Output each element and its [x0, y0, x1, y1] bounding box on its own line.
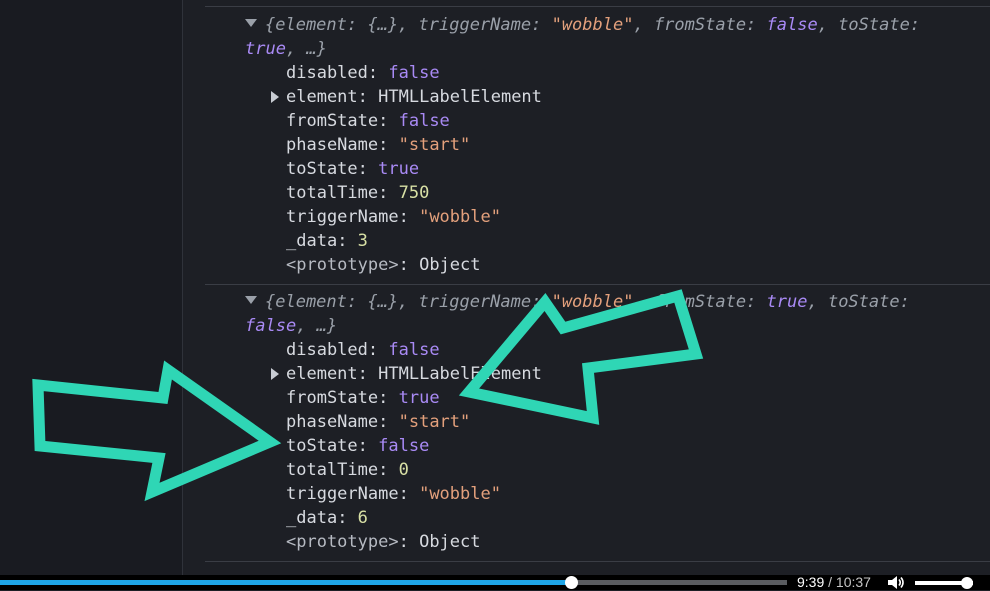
summary-text: , …} [296, 316, 338, 336]
property-key: element [286, 87, 358, 107]
property-key: totalTime [286, 183, 379, 203]
console-divider [205, 284, 990, 285]
property-key: disabled [286, 63, 368, 83]
property-key: toState [286, 436, 358, 456]
property-prototype[interactable]: <prototype>: Object [286, 253, 481, 277]
property-value: Object [419, 255, 481, 275]
property-data: _data: 3 [286, 231, 368, 251]
summary-text: "wobble" [551, 292, 634, 312]
property-value: false [388, 340, 440, 360]
property-data: _data: 6 [286, 508, 368, 528]
property-value: false [388, 63, 440, 83]
property-value: 3 [357, 231, 368, 251]
property-element[interactable]: element: HTMLLabelElement [286, 362, 542, 386]
property-value: Object [419, 532, 481, 552]
property-totaltime: totalTime: 750 [286, 183, 430, 203]
volume-slider-handle[interactable] [961, 577, 973, 589]
console-divider [205, 6, 990, 7]
property-key: <prototype> [286, 532, 399, 552]
summary-text: {element: {…}, triggerName: [265, 292, 552, 312]
summary-text: false [766, 15, 818, 35]
property-triggername: triggerName: "wobble" [286, 484, 501, 504]
property-value: "start" [398, 412, 471, 432]
property-key: <prototype> [286, 255, 399, 275]
collapsed-caret-icon[interactable] [271, 368, 279, 380]
console-divider [205, 561, 990, 562]
property-key: toState [286, 159, 358, 179]
property-phasename: phaseName: "start" [286, 412, 471, 432]
summary-text: , fromState: [633, 15, 767, 35]
property-tostate: toState: false [286, 436, 430, 456]
object-summary-continued: true, …} [245, 37, 985, 61]
property-value: true [398, 388, 440, 408]
property-triggername: triggerName: "wobble" [286, 207, 501, 227]
time-separator: / [824, 574, 836, 590]
summary-text: , fromState: [633, 292, 767, 312]
property-element[interactable]: element: HTMLLabelElement [286, 85, 542, 109]
video-player-controls: 9:39 / 10:37 ⋮ [0, 574, 990, 591]
property-value: false [378, 436, 430, 456]
property-value: HTMLLabelElement [378, 87, 542, 107]
seek-bar-progress [0, 580, 572, 585]
object-summary-continued: false, …} [245, 314, 985, 338]
volume-icon[interactable] [887, 575, 905, 590]
more-options-icon[interactable]: ⋮ [984, 574, 990, 591]
property-key: fromState [286, 111, 379, 131]
seek-bar-handle[interactable] [565, 576, 578, 589]
summary-text: , …} [285, 39, 327, 59]
expanded-caret-icon[interactable] [245, 19, 257, 27]
property-value: true [378, 159, 420, 179]
devtools-sidebar [0, 0, 183, 575]
property-value: 6 [357, 508, 368, 528]
property-key: phaseName [286, 412, 379, 432]
summary-text: true [766, 292, 808, 312]
property-value: false [398, 111, 450, 131]
property-value: 750 [398, 183, 430, 203]
property-fromstate: fromState: true [286, 388, 440, 408]
property-value: HTMLLabelElement [378, 364, 542, 384]
property-key: fromState [286, 388, 379, 408]
property-disabled: disabled: false [286, 63, 440, 83]
property-totaltime: totalTime: 0 [286, 460, 409, 480]
property-key: triggerName [286, 207, 399, 227]
property-key: element [286, 364, 358, 384]
object-summary[interactable]: {element: {…}, triggerName: "wobble", fr… [245, 290, 985, 314]
property-key: phaseName [286, 135, 379, 155]
summary-text: {element: {…}, triggerName: [265, 15, 552, 35]
property-key: totalTime [286, 460, 379, 480]
property-disabled: disabled: false [286, 340, 440, 360]
current-time: 9:39 [797, 574, 825, 590]
property-key: disabled [286, 340, 368, 360]
property-phasename: phaseName: "start" [286, 135, 471, 155]
summary-text: false [245, 316, 297, 336]
property-value: "wobble" [419, 207, 501, 227]
summary-text: , toState: [807, 292, 910, 312]
property-value: 0 [398, 460, 409, 480]
playback-time: 9:39 / 10:37 [797, 575, 871, 590]
property-key: triggerName [286, 484, 399, 504]
property-key: _data [286, 231, 338, 251]
summary-text: true [245, 39, 286, 59]
summary-text: "wobble" [551, 15, 634, 35]
collapsed-caret-icon[interactable] [271, 91, 279, 103]
object-summary[interactable]: {element: {…}, triggerName: "wobble", fr… [245, 13, 985, 37]
property-prototype[interactable]: <prototype>: Object [286, 530, 481, 554]
property-key: _data [286, 508, 338, 528]
expanded-caret-icon[interactable] [245, 296, 257, 304]
total-time: 10:37 [835, 574, 871, 590]
summary-text: , toState: [817, 15, 921, 35]
property-tostate: toState: true [286, 159, 420, 179]
property-value: "wobble" [419, 484, 501, 504]
property-fromstate: fromState: false [286, 111, 450, 131]
property-value: "start" [398, 135, 471, 155]
